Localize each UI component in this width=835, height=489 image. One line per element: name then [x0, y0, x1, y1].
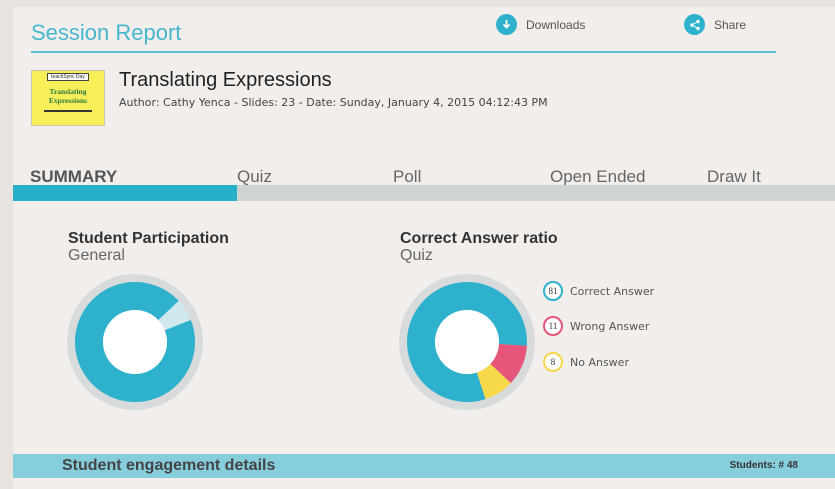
downloads-label: Downloads [526, 17, 586, 32]
tab-draw-it[interactable]: Draw It [707, 167, 761, 187]
participation-donut-chart [67, 274, 203, 410]
legend-badge-wrong: 11 [543, 316, 563, 336]
legend-label-correct: Correct Answer [570, 284, 655, 298]
legend-correct-answer: 81 Correct Answer [543, 281, 654, 301]
legend-no-answer: 8 No Answer [543, 352, 629, 372]
legend-label-no-answer: No Answer [570, 355, 629, 369]
legend-label-wrong: Wrong Answer [570, 319, 650, 333]
download-icon [496, 14, 517, 35]
thumbnail-title-line1: Translating [49, 87, 87, 96]
presentation-thumbnail: teachSync Day Translating Expressions [31, 70, 105, 126]
legend-badge-correct: 81 [543, 281, 563, 301]
share-button[interactable]: Share [684, 14, 746, 35]
engagement-details-title: Student engagement details [62, 457, 276, 474]
tab-open-ended[interactable]: Open Ended [550, 167, 645, 187]
presentation-meta: Author: Cathy Yenca - Slides: 23 - Date:… [119, 96, 548, 109]
students-count: Students: # 48 [729, 460, 798, 471]
donut-hole [103, 310, 167, 374]
thumbnail-divider [44, 110, 92, 112]
presentation-title: Translating Expressions [119, 69, 332, 91]
share-icon [684, 14, 705, 35]
legend-badge-no-answer: 8 [543, 352, 563, 372]
downloads-button[interactable]: Downloads [496, 14, 585, 35]
participation-subtitle: General [68, 247, 125, 264]
tab-summary[interactable]: SUMMARY [30, 167, 117, 187]
engagement-details-bar[interactable]: Student engagement details Students: # 4… [13, 454, 835, 478]
legend-wrong-answer: 11 Wrong Answer [543, 316, 649, 336]
session-report-panel: Session Report Downloads Share teachSync… [13, 7, 835, 489]
thumbnail-title-line2: Expressions [48, 96, 88, 105]
share-label: Share [714, 17, 747, 32]
tab-quiz[interactable]: Quiz [237, 167, 272, 187]
participation-title: Student Participation [68, 230, 229, 247]
thumbnail-header: teachSync Day [47, 73, 89, 81]
donut-hole [435, 310, 499, 374]
page-title: Session Report [31, 20, 182, 45]
correct-ratio-title: Correct Answer ratio [400, 230, 558, 247]
tab-active-indicator [13, 185, 237, 201]
tab-poll[interactable]: Poll [393, 167, 421, 187]
correct-ratio-subtitle: Quiz [400, 247, 433, 264]
correct-ratio-donut-chart [399, 274, 535, 410]
header-divider [31, 51, 776, 53]
